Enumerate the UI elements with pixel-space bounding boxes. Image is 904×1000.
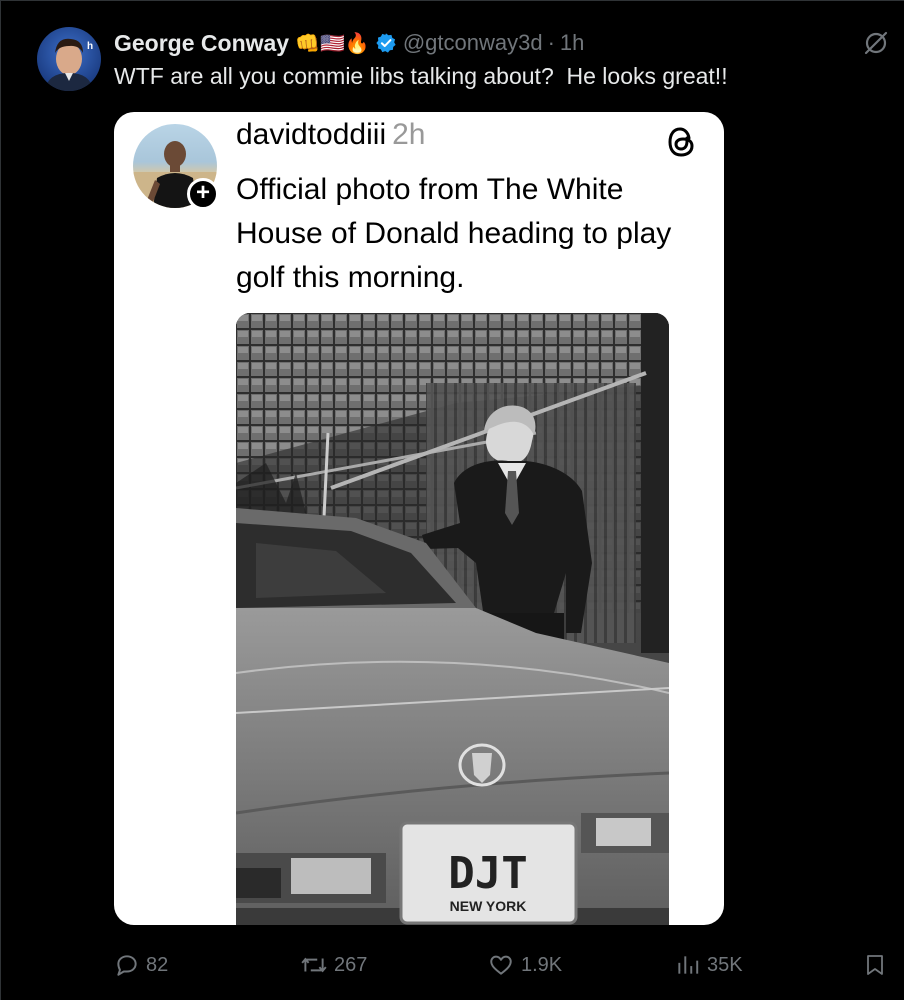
bookmark-icon <box>867 955 883 975</box>
like-icon <box>490 955 512 975</box>
quoted-post-photo[interactable]: DJT NEW YORK <box>236 313 669 925</box>
threads-icon[interactable] <box>664 124 700 160</box>
tweet-time[interactable]: 1h <box>560 30 584 56</box>
quoted-post-text: Official photo from The White House of D… <box>236 173 672 294</box>
repost-count: 267 <box>334 953 368 976</box>
author-name[interactable]: George Conway <box>114 30 289 57</box>
quoted-post-header: davidtoddiii 2h <box>236 118 425 152</box>
tweet-text: WTF are all you commie libs talking abou… <box>114 63 728 89</box>
grok-icon[interactable] <box>862 29 890 57</box>
tweet-actions: 82 267 1.9K 35K <box>1 945 904 985</box>
author-emoji: 👊🇺🇸🔥 <box>295 32 370 55</box>
repost-button[interactable]: 267 <box>300 945 367 985</box>
reply-button[interactable]: 82 <box>114 945 168 985</box>
like-count: 1.9K <box>521 953 563 976</box>
like-button[interactable]: 1.9K <box>487 945 562 985</box>
bookmark-button[interactable] <box>863 945 893 985</box>
quoted-username[interactable]: davidtoddiii <box>236 118 386 151</box>
tweet: h George Conway 👊🇺🇸🔥 @gtconway3d · 1h WT… <box>0 0 904 1000</box>
author-handle[interactable]: @gtconway3d <box>403 30 543 56</box>
quoted-time: 2h <box>392 118 426 151</box>
views-icon <box>678 956 699 974</box>
plus-icon[interactable]: + <box>187 178 219 210</box>
svg-text:h: h <box>87 41 93 52</box>
separator: · <box>547 30 555 55</box>
views-count: 35K <box>707 953 743 976</box>
quoted-post-card[interactable]: + davidtoddiii 2h Official photo from The… <box>114 112 724 925</box>
views-button[interactable]: 35K <box>675 945 743 985</box>
reply-icon <box>117 955 137 976</box>
tweet-header: George Conway 👊🇺🇸🔥 @gtconway3d · 1h <box>114 29 584 57</box>
repost-icon <box>301 957 327 973</box>
reply-count: 82 <box>146 953 169 976</box>
license-plate-number: DJT <box>448 848 527 899</box>
license-plate-state: NEW YORK <box>450 898 527 914</box>
verified-badge-icon[interactable] <box>375 32 397 54</box>
author-avatar[interactable]: h <box>37 27 101 91</box>
